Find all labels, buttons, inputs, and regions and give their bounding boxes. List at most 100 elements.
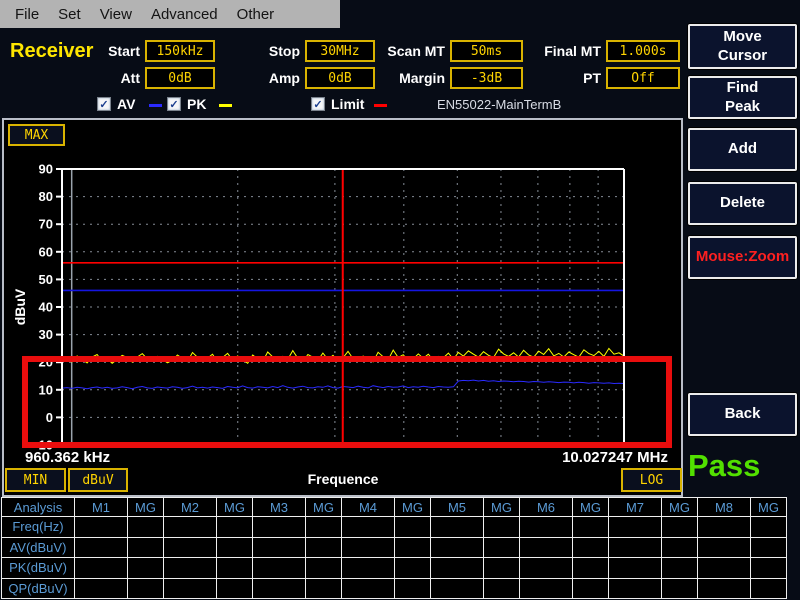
table-cell <box>484 538 520 559</box>
table-cell <box>128 579 164 600</box>
table-row-label: AV(dBuV) <box>2 538 75 559</box>
table-header-cell: M8 <box>698 498 751 517</box>
table-cell <box>573 538 609 559</box>
add-button[interactable]: Add <box>688 128 797 171</box>
table-cell <box>662 538 698 559</box>
menu-item-advanced[interactable]: Advanced <box>151 6 218 23</box>
table-cell <box>164 538 217 559</box>
trace-color-swatch-limit <box>374 104 387 107</box>
table-header-cell: M5 <box>431 498 484 517</box>
table-cell <box>573 579 609 600</box>
table-cell <box>306 579 342 600</box>
table-header-cell: MG <box>662 498 698 517</box>
table-cell <box>431 517 484 538</box>
back-button[interactable]: Back <box>688 393 797 436</box>
table-cell <box>484 517 520 538</box>
table-cell <box>573 558 609 579</box>
trace-checkbox-av[interactable]: ✓ <box>97 97 111 111</box>
table-cell <box>520 579 573 600</box>
trace-label-av: AV <box>117 96 135 112</box>
table-header-cell: M2 <box>164 498 217 517</box>
menu-item-set[interactable]: Set <box>58 6 81 23</box>
table-cell <box>698 558 751 579</box>
unit-dbuv-button[interactable]: dBuV <box>68 468 128 492</box>
menu-item-other[interactable]: Other <box>237 6 275 23</box>
table-cell <box>75 558 128 579</box>
limit-standard-label: EN55022-MainTermB <box>437 97 561 112</box>
table-cell <box>164 558 217 579</box>
min-button[interactable]: MIN <box>5 468 66 492</box>
table-cell <box>395 517 431 538</box>
table-header-cell: M4 <box>342 498 395 517</box>
table-cell <box>609 579 662 600</box>
menu-item-file[interactable]: File <box>15 6 39 23</box>
table-cell <box>609 517 662 538</box>
menu-item-view[interactable]: View <box>100 6 132 23</box>
field-value-att[interactable]: 0dB <box>145 67 215 89</box>
pass-status: Pass <box>688 448 760 484</box>
table-cell <box>342 558 395 579</box>
table-cell <box>253 538 306 559</box>
find-peak-button[interactable]: Find Peak <box>688 76 797 119</box>
table-header-cell: MG <box>751 498 787 517</box>
field-label-pt: PT <box>511 70 601 86</box>
table-header-cell: MG <box>573 498 609 517</box>
mouse-zoom-button[interactable]: Mouse:Zoom <box>688 236 797 279</box>
table-header-cell: Analysis <box>2 498 75 517</box>
table-cell <box>217 538 253 559</box>
table-cell <box>342 538 395 559</box>
table-cell <box>662 517 698 538</box>
move-cursor-button[interactable]: Move Cursor <box>688 24 797 69</box>
trace-checkbox-limit[interactable]: ✓ <box>311 97 325 111</box>
log-button[interactable]: LOG <box>621 468 682 492</box>
y-tick-label: 50 <box>39 272 53 287</box>
field-label-stop: Stop <box>210 43 300 59</box>
table-cell <box>573 517 609 538</box>
table-cell <box>75 579 128 600</box>
table-cell <box>698 517 751 538</box>
table-header-cell: MG <box>128 498 164 517</box>
zoom-selection-rect <box>22 356 672 448</box>
field-value-pt[interactable]: Off <box>606 67 680 89</box>
table-cell <box>484 579 520 600</box>
trace-color-swatch-pk <box>219 104 232 107</box>
x-axis-label: Frequence <box>243 471 443 487</box>
table-cell <box>751 558 787 579</box>
table-cell <box>253 579 306 600</box>
field-label-scan-mt: Scan MT <box>355 43 445 59</box>
table-row-label: QP(dBuV) <box>2 579 75 600</box>
table-cell <box>395 558 431 579</box>
table-cell <box>751 579 787 600</box>
y-tick-label: 30 <box>39 327 53 342</box>
table-cell <box>662 579 698 600</box>
y-tick-label: 90 <box>39 162 53 177</box>
table-cell <box>75 517 128 538</box>
table-cell <box>253 517 306 538</box>
trace-label-limit: Limit <box>331 96 364 112</box>
table-cell <box>395 538 431 559</box>
delete-button[interactable]: Delete <box>688 182 797 225</box>
table-header-cell: MG <box>217 498 253 517</box>
table-cell <box>431 579 484 600</box>
table-header-cell: M6 <box>520 498 573 517</box>
field-label-start: Start <box>50 43 140 59</box>
field-label-amp: Amp <box>210 70 300 86</box>
table-cell <box>306 558 342 579</box>
field-value-start[interactable]: 150kHz <box>145 40 215 62</box>
table-cell <box>609 538 662 559</box>
table-cell <box>164 579 217 600</box>
table-header-cell: M7 <box>609 498 662 517</box>
table-header-cell: M1 <box>75 498 128 517</box>
table-cell <box>128 517 164 538</box>
y-tick-label: 70 <box>39 217 53 232</box>
table-cell <box>520 558 573 579</box>
table-cell <box>662 558 698 579</box>
table-cell <box>164 517 217 538</box>
table-header-cell: MG <box>306 498 342 517</box>
field-label-att: Att <box>50 70 140 86</box>
trace-checkbox-pk[interactable]: ✓ <box>167 97 181 111</box>
table-header-cell: M3 <box>253 498 306 517</box>
y-axis-label: dBuV <box>12 288 28 325</box>
field-value-final-mt[interactable]: 1.000s <box>606 40 680 62</box>
app-root: FileSetViewAdvancedOther Receiver Start1… <box>0 0 800 600</box>
